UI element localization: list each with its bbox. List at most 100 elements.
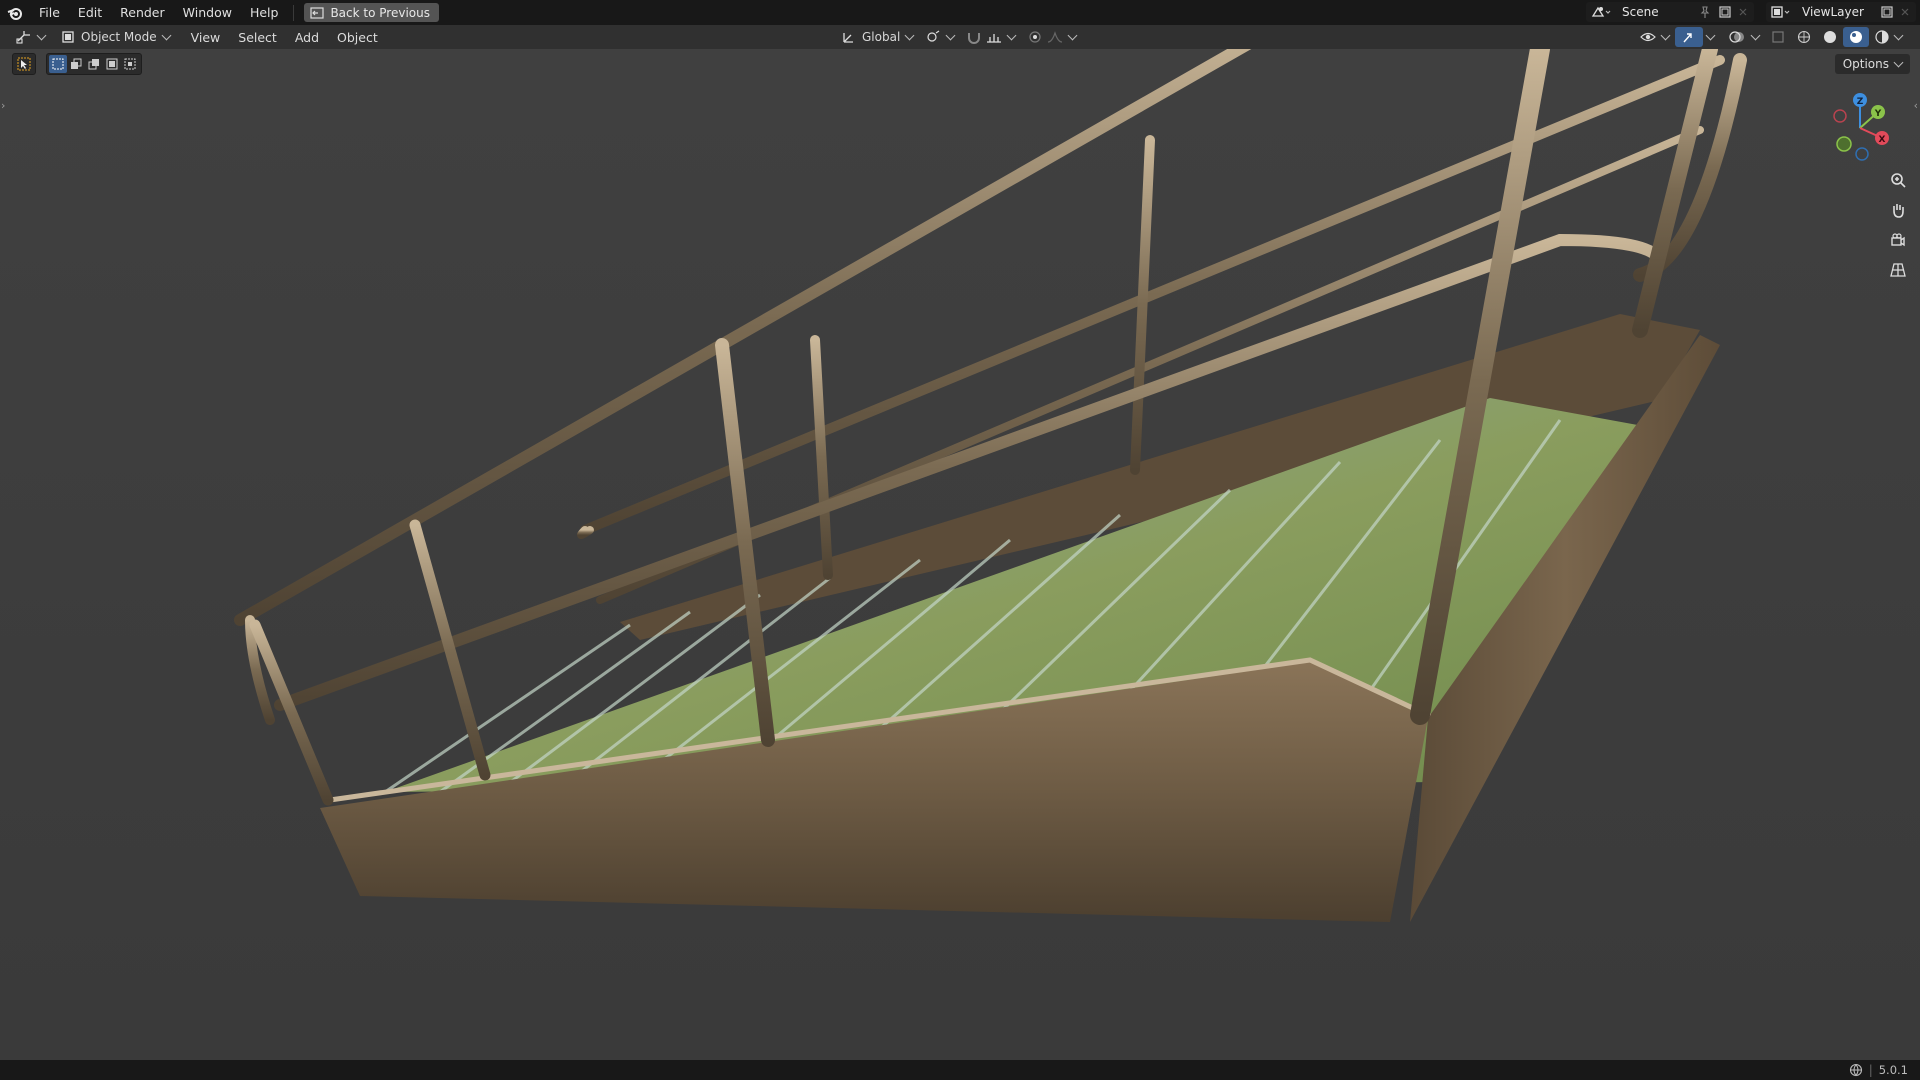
stair-model-render[interactable] — [0, 14, 1920, 1060]
divider — [293, 4, 295, 21]
magnet-icon — [968, 33, 981, 44]
menu-window[interactable]: Window — [174, 0, 241, 25]
proportional-editing-icon — [1029, 31, 1041, 43]
gizmo-neg-z[interactable] — [1855, 147, 1869, 161]
select-set-button[interactable] — [49, 55, 67, 73]
sidebar-expand-icon[interactable]: ‹ — [1914, 99, 1918, 112]
viewport-header: Object Mode View Select Add Object Globa… — [0, 25, 1920, 49]
select-intersect-icon — [124, 58, 136, 70]
gizmo-toggle[interactable] — [1675, 27, 1703, 47]
navigation-gizmo[interactable]: Z Y X — [1820, 88, 1900, 168]
pan-button[interactable] — [1886, 198, 1910, 222]
falloff-icon — [1048, 31, 1063, 43]
grid-icon — [1890, 263, 1906, 277]
status-bar: | 5.0.1 — [0, 1060, 1920, 1080]
object-visibility-dropdown[interactable] — [1634, 27, 1675, 47]
chevron-down-icon — [161, 30, 172, 40]
eye-icon — [1640, 32, 1656, 42]
close-icon[interactable] — [1900, 7, 1910, 17]
chevron-down-icon — [945, 30, 956, 40]
select-tool-button[interactable] — [12, 53, 36, 75]
pin-icon[interactable] — [1698, 5, 1712, 19]
3d-viewport[interactable]: › ‹ — [0, 14, 1920, 1060]
chevron-down-icon — [1660, 30, 1671, 40]
version-label: 5.0.1 — [1878, 1063, 1908, 1077]
menu-select[interactable]: Select — [229, 30, 286, 45]
zoom-icon — [1891, 173, 1906, 188]
options-dropdown[interactable]: Options — [1834, 54, 1910, 74]
mode-dropdown[interactable]: Object Mode — [55, 27, 176, 47]
toolbar-expand-icon[interactable]: › — [1, 99, 5, 112]
gizmo-neg-y[interactable] — [1836, 136, 1852, 152]
tool-settings-row — [12, 53, 142, 75]
xray-toggle[interactable] — [1765, 27, 1791, 47]
object-mode-icon — [62, 31, 74, 43]
camera-view-button[interactable] — [1886, 228, 1910, 252]
chevron-down-icon — [1750, 30, 1761, 40]
pivot-icon — [927, 30, 940, 42]
orientation-label: Global — [862, 30, 901, 44]
new-viewlayer-icon[interactable] — [1880, 5, 1894, 19]
editor-type-dropdown[interactable] — [10, 27, 51, 47]
transform-orientation-dropdown[interactable]: Global — [836, 27, 919, 47]
rendered-shading-icon — [1875, 30, 1889, 44]
overlays-toggle[interactable] — [1722, 27, 1765, 47]
select-subtract-button[interactable] — [85, 55, 103, 73]
chevron-down-icon — [1067, 30, 1078, 40]
camera-icon — [1891, 233, 1905, 247]
proportional-editing-toggle[interactable] — [1021, 27, 1082, 47]
back-icon — [310, 6, 325, 19]
shading-solid-button[interactable] — [1817, 27, 1843, 47]
new-scene-icon[interactable] — [1718, 5, 1732, 19]
chevron-down-icon — [1893, 30, 1904, 40]
shading-material-button[interactable] — [1843, 27, 1869, 47]
select-extend-icon — [71, 58, 82, 69]
menu-edit[interactable]: Edit — [69, 0, 111, 25]
chevron-down-icon — [1893, 57, 1904, 67]
snap-increment-icon — [987, 34, 1002, 43]
pivot-point-dropdown[interactable] — [919, 27, 960, 47]
gizmo-x-label: X — [1879, 135, 1886, 145]
gizmo-neg-x[interactable] — [1833, 109, 1847, 123]
chevron-down-icon[interactable] — [1705, 30, 1716, 40]
perspective-toggle-button[interactable] — [1886, 258, 1910, 282]
select-invert-icon — [106, 58, 118, 70]
selection-mode-group — [46, 53, 142, 75]
mode-label: Object Mode — [81, 30, 157, 44]
status-divider: | — [1868, 1063, 1873, 1077]
viewlayer-selector[interactable]: ViewLayer — [1766, 2, 1916, 22]
overlays-icon — [1729, 31, 1744, 43]
gizmo-z-label: Z — [1857, 97, 1864, 107]
back-to-previous-button[interactable]: Back to Previous — [304, 3, 439, 22]
select-set-icon — [52, 58, 64, 70]
scene-name[interactable]: Scene — [1622, 5, 1698, 19]
menu-help[interactable]: Help — [241, 0, 288, 25]
back-to-previous-label: Back to Previous — [330, 5, 430, 20]
chevron-down-icon — [1006, 30, 1017, 40]
viewlayer-name[interactable]: ViewLayer — [1802, 5, 1880, 19]
scene-selector[interactable]: Scene — [1586, 2, 1754, 22]
menu-add[interactable]: Add — [286, 30, 328, 45]
hand-icon — [1893, 204, 1904, 218]
close-icon[interactable] — [1738, 7, 1748, 17]
gizmo-y-label: Y — [1874, 109, 1882, 119]
menu-render[interactable]: Render — [111, 0, 174, 25]
scene-icon — [1591, 6, 1611, 17]
blender-logo-icon[interactable] — [0, 0, 30, 25]
select-invert-button[interactable] — [103, 55, 121, 73]
shading-wireframe-button[interactable] — [1791, 27, 1817, 47]
zoom-button[interactable] — [1886, 168, 1910, 192]
select-subtract-icon — [88, 59, 99, 70]
shading-rendered-button[interactable] — [1869, 27, 1908, 47]
wireframe-shading-icon — [1797, 30, 1811, 44]
select-intersect-button[interactable] — [121, 55, 139, 73]
menu-view[interactable]: View — [182, 30, 230, 45]
snap-toggle[interactable] — [960, 27, 1021, 47]
chevron-down-icon — [36, 30, 47, 40]
gizmo-icon — [1683, 33, 1692, 43]
orientation-icon — [843, 33, 853, 43]
globe-icon — [1849, 1063, 1862, 1077]
menu-file[interactable]: File — [30, 0, 69, 25]
menu-object[interactable]: Object — [328, 30, 387, 45]
select-extend-button[interactable] — [67, 55, 85, 73]
